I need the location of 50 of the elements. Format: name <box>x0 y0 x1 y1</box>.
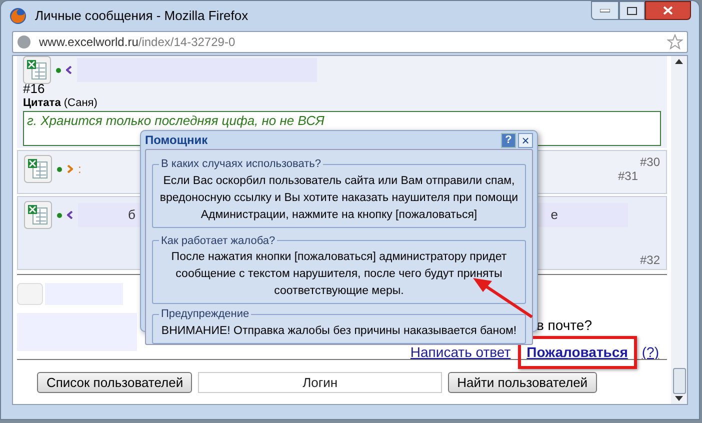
message-number: #16 <box>23 82 46 96</box>
placeholder-icon <box>17 283 43 305</box>
status-dot-icon <box>57 212 62 218</box>
spreadsheet-icon <box>24 201 52 229</box>
left-chevron-icon <box>66 66 72 74</box>
help-button[interactable]: ? <box>501 132 516 148</box>
status-dot-icon <box>56 68 61 72</box>
find-users-button[interactable]: Найти пользователей <box>448 372 597 392</box>
scrollbar[interactable] <box>671 56 687 404</box>
scroll-up-icon[interactable] <box>675 59 683 64</box>
section-text: Если Вас оскорбил пользователь сайта или Вам отправили спам, вредоносную ссылку и Вы хотите наказать наушителя при помощи Администрации, нажмите на кнопку [пожаловаться] <box>159 174 519 222</box>
right-chevron-icon <box>67 165 73 173</box>
close-button[interactable]: × <box>518 132 533 148</box>
maximize-button[interactable] <box>619 1 645 20</box>
message-fragment: е <box>550 206 558 224</box>
scroll-down-icon[interactable] <box>675 396 683 401</box>
link[interactable]: (?) <box>642 342 659 363</box>
maximize-icon <box>627 6 637 14</box>
message-number: #31 <box>618 169 638 183</box>
link[interactable]: Написать ответ <box>410 342 511 363</box>
section-legend: Предупреждение <box>159 306 252 322</box>
quote-label: Цитата (Саня) <box>23 96 98 110</box>
section-text: После нажатия кнопки [пожаловаться] администратору придет сообщение с текстом нарушителя, после чего будут приняты соответствующие меры. <box>170 250 508 299</box>
message-fragment: : <box>78 161 82 178</box>
star-icon[interactable] <box>667 34 683 50</box>
annotation-arrow <box>473 278 533 318</box>
browser-logo-icon <box>9 7 27 25</box>
address-bar[interactable]: www.excelworld.ru/index/14-32729-0 <box>12 31 688 53</box>
message-number: #30 <box>640 155 660 169</box>
message-number: #32 <box>640 252 660 269</box>
scrollbar-thumb[interactable] <box>672 368 686 394</box>
globe-icon <box>17 35 31 49</box>
spreadsheet-icon <box>24 155 52 183</box>
login-field[interactable]: Логин <box>198 372 442 392</box>
section-legend: Как работает жалоба? <box>159 232 278 249</box>
dialog-title: Помощник <box>145 132 209 149</box>
minimize-button[interactable] <box>591 1 619 20</box>
close-button[interactable] <box>645 1 691 20</box>
window-title: Личные сообщения - Mozilla Firefox <box>35 7 248 26</box>
user-list-button[interactable]: Список пользователей <box>37 372 192 392</box>
url-text: www.excelworld.ru/index/14-32729-0 <box>39 34 236 51</box>
close-icon <box>663 6 673 15</box>
message-fragment: б <box>128 206 136 224</box>
section-legend: В каких случаях использовать? <box>159 156 324 172</box>
minimize-icon <box>600 8 610 12</box>
link[interactable]: Пожаловаться <box>526 342 628 363</box>
left-chevron-icon <box>67 211 73 219</box>
section-text: ВНИМАНИЕ! Отправка жалобы без причины наказывается баном! <box>160 324 518 338</box>
quote-text: г. Хранится только последняя цифа, но не ВСЯ <box>27 113 324 128</box>
status-dot-icon <box>57 166 62 172</box>
